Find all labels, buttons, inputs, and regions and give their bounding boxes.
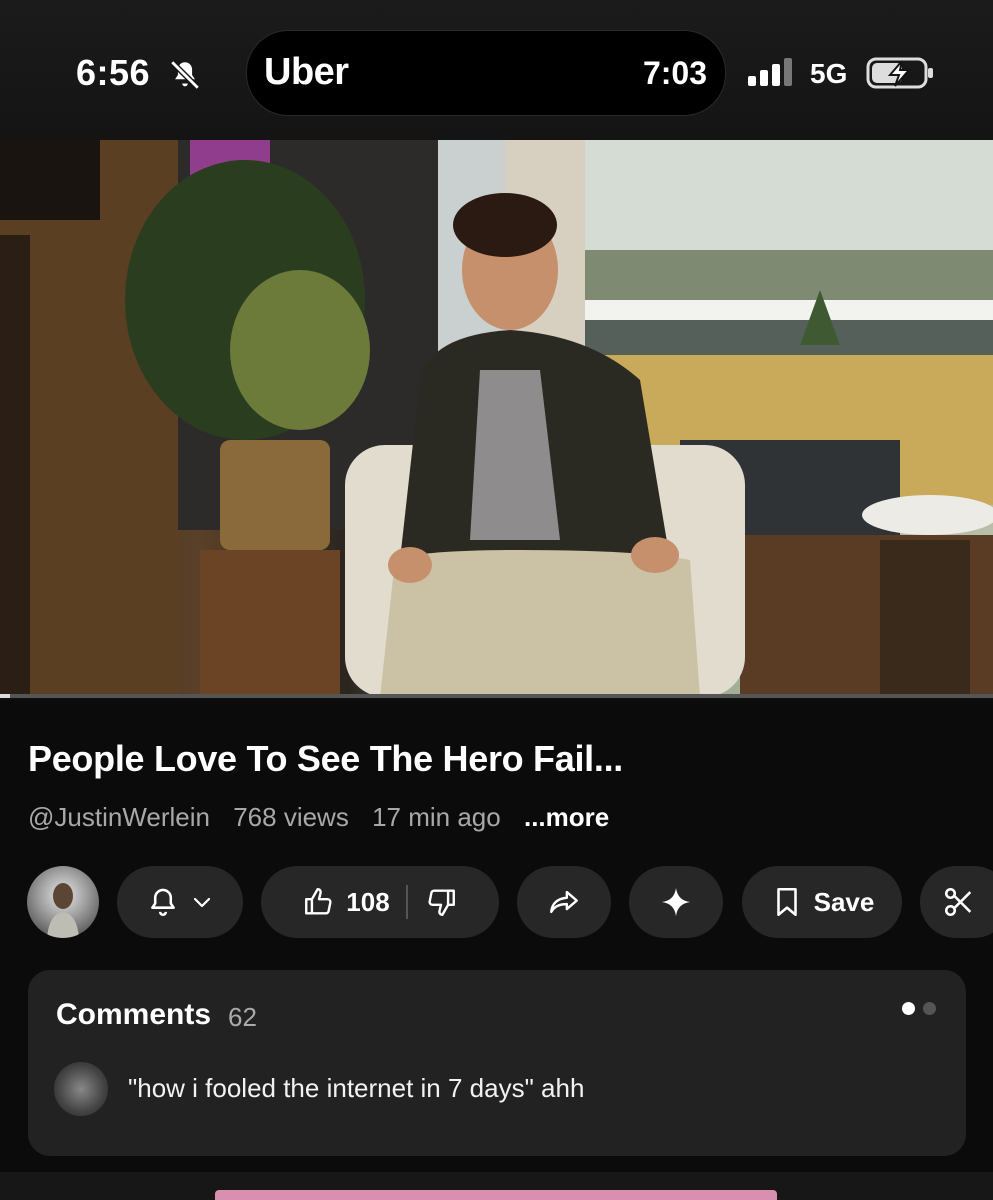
comments-card[interactable]: Comments 62 "how i fooled the internet i… xyxy=(28,970,966,1156)
scissors-icon xyxy=(944,887,972,917)
signal-icon xyxy=(748,58,792,86)
avatar-person-icon xyxy=(47,883,79,938)
chevron-down-icon xyxy=(193,897,211,908)
video-frame xyxy=(0,140,993,697)
clip-button[interactable] xyxy=(920,866,993,938)
commenter-avatar xyxy=(54,1062,108,1116)
bell-off-icon xyxy=(170,60,200,90)
live-activity-time: 7:03 xyxy=(642,55,707,91)
like-dislike-group: 108 xyxy=(261,866,499,938)
bell-icon xyxy=(151,888,175,916)
live-activity-app-label: Uber xyxy=(264,51,349,93)
ask-ai-button[interactable] xyxy=(629,866,723,938)
save-button[interactable]: Save xyxy=(742,866,902,938)
video-progress-fill xyxy=(0,694,10,698)
pager-dot xyxy=(923,1002,936,1015)
video-title[interactable]: People Love To See The Hero Fail... xyxy=(28,738,623,780)
top-comment-text: "how i fooled the internet in 7 days" ah… xyxy=(128,1073,585,1103)
save-label: Save xyxy=(813,886,875,917)
sparkle-icon xyxy=(661,887,691,917)
comments-title: Comments xyxy=(56,998,212,1031)
action-row: 108 Save xyxy=(0,866,993,940)
comments-pager-dots xyxy=(902,1002,936,1015)
video-progress-bar[interactable] xyxy=(0,694,993,698)
thumbs-down-icon[interactable] xyxy=(424,885,458,919)
subscribe-bell-button[interactable] xyxy=(117,866,243,938)
status-time: 6:56 xyxy=(76,52,151,93)
share-button[interactable] xyxy=(517,866,611,938)
dynamic-island[interactable]: Uber 7:03 xyxy=(246,30,726,116)
bookmark-icon xyxy=(776,887,797,917)
network-type: 5G xyxy=(810,58,848,89)
view-count: 768 views xyxy=(233,802,349,832)
like-count[interactable]: 108 xyxy=(346,887,389,918)
comments-count: 62 xyxy=(228,1002,257,1032)
battery-charging-icon xyxy=(866,57,933,89)
pager-dot-active xyxy=(902,1002,915,1015)
status-bar: 6:56 Uber 7:03 5G xyxy=(0,0,993,140)
channel-avatar[interactable] xyxy=(27,866,99,938)
video-player[interactable] xyxy=(0,140,993,697)
thumbs-up-icon[interactable] xyxy=(302,885,336,919)
share-icon xyxy=(550,890,578,914)
next-item-preview[interactable] xyxy=(215,1190,777,1200)
channel-handle[interactable]: @JustinWerlein xyxy=(28,802,210,832)
video-meta: @JustinWerlein 768 views 17 min ago ...m… xyxy=(28,802,625,833)
like-divider xyxy=(405,885,408,919)
upload-age: 17 min ago xyxy=(372,802,501,832)
more-link[interactable]: ...more xyxy=(524,802,609,832)
